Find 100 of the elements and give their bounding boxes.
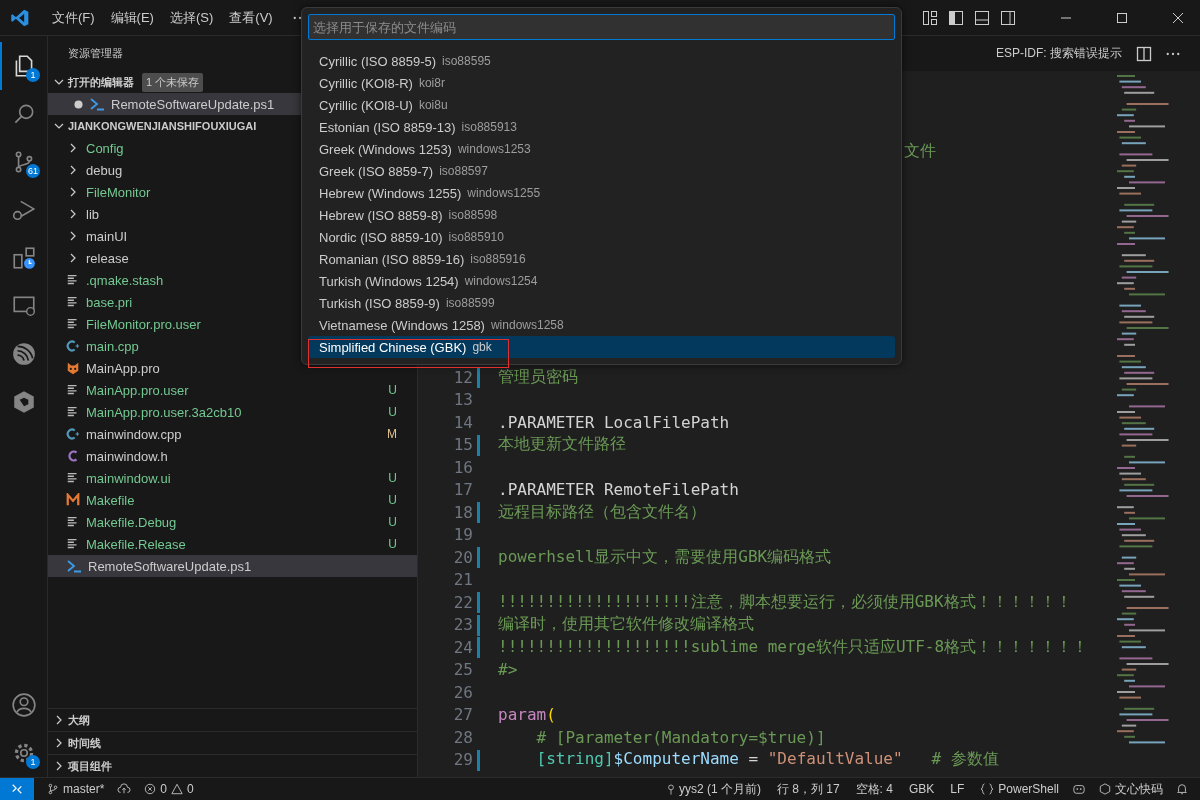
m-letter-icon bbox=[66, 493, 80, 507]
file-name: Makefile.Release bbox=[86, 536, 186, 552]
section-title[interactable]: 大纲 bbox=[68, 712, 90, 728]
chevron-icon[interactable] bbox=[54, 738, 64, 748]
encoding-option[interactable]: Greek (ISO 8859-7) iso88597 bbox=[308, 160, 895, 182]
file-tree-item[interactable]: MainApp.pro.user.3a2cb10 U bbox=[48, 401, 417, 423]
app-logo-icon bbox=[10, 7, 30, 28]
maximize-icon[interactable] bbox=[1116, 11, 1128, 24]
commit-icon bbox=[666, 783, 675, 795]
git-status-letter: M bbox=[387, 427, 397, 441]
encoding-option[interactable]: Romanian (ISO 8859-16) iso885916 bbox=[308, 248, 895, 270]
code-line: 本地更新文件路径 bbox=[498, 434, 626, 456]
activity-item[interactable]: 61 bbox=[0, 138, 47, 186]
file-tree-item[interactable]: MainApp.pro.user U bbox=[48, 379, 417, 401]
menu-item[interactable]: 选择(S) bbox=[161, 8, 222, 27]
language-mode[interactable]: PowerShell bbox=[977, 782, 1062, 796]
assistant-status[interactable]: 文心快码 bbox=[1096, 780, 1166, 798]
file-tree-item[interactable]: Makefile.Debug U bbox=[48, 511, 417, 533]
section-title[interactable]: 打开的编辑器 bbox=[68, 74, 134, 90]
more-icon[interactable] bbox=[1166, 51, 1180, 56]
file-tree-item[interactable]: mainwindow.h bbox=[48, 445, 417, 467]
file-name: mainUI bbox=[86, 228, 128, 244]
sidebar-title: 资源管理器 bbox=[68, 47, 123, 59]
file-name: mainwindow.cpp bbox=[86, 426, 182, 442]
remote-button[interactable] bbox=[0, 778, 34, 800]
activity-item[interactable]: 1 bbox=[0, 729, 47, 777]
split-layout-icon[interactable] bbox=[1000, 9, 1016, 26]
terminal-icon bbox=[89, 96, 105, 112]
file-name: debug bbox=[86, 162, 123, 178]
hexagon-icon bbox=[1099, 783, 1111, 795]
bell-icon[interactable] bbox=[1176, 783, 1188, 795]
file-name: Makefile.Debug bbox=[86, 514, 177, 530]
code-line: param( bbox=[498, 705, 556, 725]
line-number: 27 bbox=[452, 705, 473, 725]
esp-idf-action[interactable]: ESP-IDF: 搜索错误提示 bbox=[996, 45, 1122, 62]
braces-icon bbox=[980, 783, 995, 795]
file-tree-item[interactable]: mainwindow.ui U bbox=[48, 467, 417, 489]
status-item[interactable]: 空格: 4 bbox=[852, 780, 896, 798]
code-line: 远程目标路径（包含文件名） bbox=[498, 501, 706, 523]
status-item[interactable]: LF bbox=[947, 782, 968, 796]
folder-title[interactable]: JIANKONGWENJIANSHIFOUXIUGAI bbox=[68, 120, 257, 132]
encoding-option[interactable]: Hebrew (Windows 1255) windows1255 bbox=[308, 182, 895, 204]
file-tree-item[interactable]: mainwindow.cpp M bbox=[48, 423, 417, 445]
encoding-option[interactable]: Vietnamese (Windows 1258) windows1258 bbox=[308, 314, 895, 336]
encoding-option[interactable]: Estonian (ISO 8859-13) iso885913 bbox=[308, 116, 895, 138]
branch-status[interactable]: master* bbox=[44, 782, 108, 796]
menu-item[interactable]: 查看(V) bbox=[221, 8, 281, 27]
warning-icon bbox=[171, 783, 184, 795]
file-tree-item[interactable]: RemoteSoftwareUpdate.ps1 bbox=[48, 555, 417, 577]
activity-item[interactable]: 1 bbox=[0, 42, 47, 90]
close-icon[interactable] bbox=[1172, 11, 1184, 24]
line-number: 21 bbox=[452, 570, 473, 590]
problems-status[interactable]: 0 0 bbox=[141, 782, 197, 796]
cat-face-icon bbox=[66, 361, 80, 375]
robot-icon[interactable] bbox=[1072, 783, 1086, 795]
error-icon bbox=[144, 783, 157, 795]
status-item[interactable]: 行 8，列 17 bbox=[773, 780, 843, 798]
file-tree-item[interactable]: MainApp.pro bbox=[48, 357, 417, 379]
layout-icon[interactable] bbox=[922, 9, 938, 26]
line-number: 24 bbox=[452, 637, 473, 657]
line-number: 28 bbox=[452, 727, 473, 747]
panel-toggle-icon[interactable] bbox=[974, 9, 990, 26]
encoding-option[interactable]: Greek (Windows 1253) windows1253 bbox=[308, 138, 895, 160]
git-blame-status[interactable]: yys2 (1 个月前) bbox=[663, 780, 764, 798]
file-tree-item[interactable]: Makefile U bbox=[48, 489, 417, 511]
encoding-option[interactable]: Cyrillic (ISO 8859-5) iso88595 bbox=[308, 50, 895, 72]
file-name: RemoteSoftwareUpdate.ps1 bbox=[88, 558, 252, 574]
encoding-option[interactable]: Turkish (Windows 1254) windows1254 bbox=[308, 270, 895, 292]
encoding-option[interactable]: Hebrew (ISO 8859-8) iso88598 bbox=[308, 204, 895, 226]
header-file-icon bbox=[66, 449, 80, 463]
line-number: 12 bbox=[452, 367, 473, 387]
encoding-option[interactable]: Simplified Chinese (GBK) gbk bbox=[308, 336, 895, 358]
line-number: 16 bbox=[452, 457, 473, 477]
split-editor-icon[interactable] bbox=[1136, 45, 1152, 62]
code-line: .PARAMETER LocalFilePath bbox=[498, 412, 730, 432]
code-line: .PARAMETER RemoteFilePath bbox=[498, 480, 739, 500]
chevron-icon[interactable] bbox=[54, 715, 64, 725]
section-title[interactable]: 时间线 bbox=[68, 735, 101, 751]
git-status-letter: U bbox=[388, 515, 397, 529]
chevron-icon[interactable] bbox=[54, 121, 64, 131]
line-number: 17 bbox=[452, 480, 473, 500]
encoding-option[interactable]: Cyrillic (KOI8-R) koi8r bbox=[308, 72, 895, 94]
encoding-option[interactable]: Nordic (ISO 8859-10) iso885910 bbox=[308, 226, 895, 248]
menu-item[interactable]: 文件(F) bbox=[44, 8, 103, 27]
file-tree-item[interactable]: Makefile.Release U bbox=[48, 533, 417, 555]
code-line: powerhsell显示中文，需要使用GBK编码格式 bbox=[498, 546, 832, 568]
sidebar-toggle-icon[interactable] bbox=[948, 9, 964, 26]
encoding-search-field[interactable]: 选择用于保存的文件编码 bbox=[308, 14, 895, 40]
cloud-upload-icon[interactable] bbox=[117, 783, 132, 795]
encoding-option[interactable]: Turkish (ISO 8859-9) iso88599 bbox=[308, 292, 895, 314]
chevron-icon[interactable] bbox=[54, 761, 64, 771]
menu-item[interactable]: 编辑(E) bbox=[102, 8, 162, 27]
chevron-icon[interactable] bbox=[54, 77, 64, 87]
text-file-icon bbox=[66, 515, 80, 529]
section-title[interactable]: 项目组件 bbox=[68, 758, 112, 774]
line-number: 25 bbox=[452, 660, 473, 680]
text-file-icon bbox=[66, 295, 80, 309]
status-item[interactable]: GBK bbox=[905, 782, 938, 796]
file-name: release bbox=[86, 250, 129, 266]
line-number: 14 bbox=[452, 412, 473, 432]
